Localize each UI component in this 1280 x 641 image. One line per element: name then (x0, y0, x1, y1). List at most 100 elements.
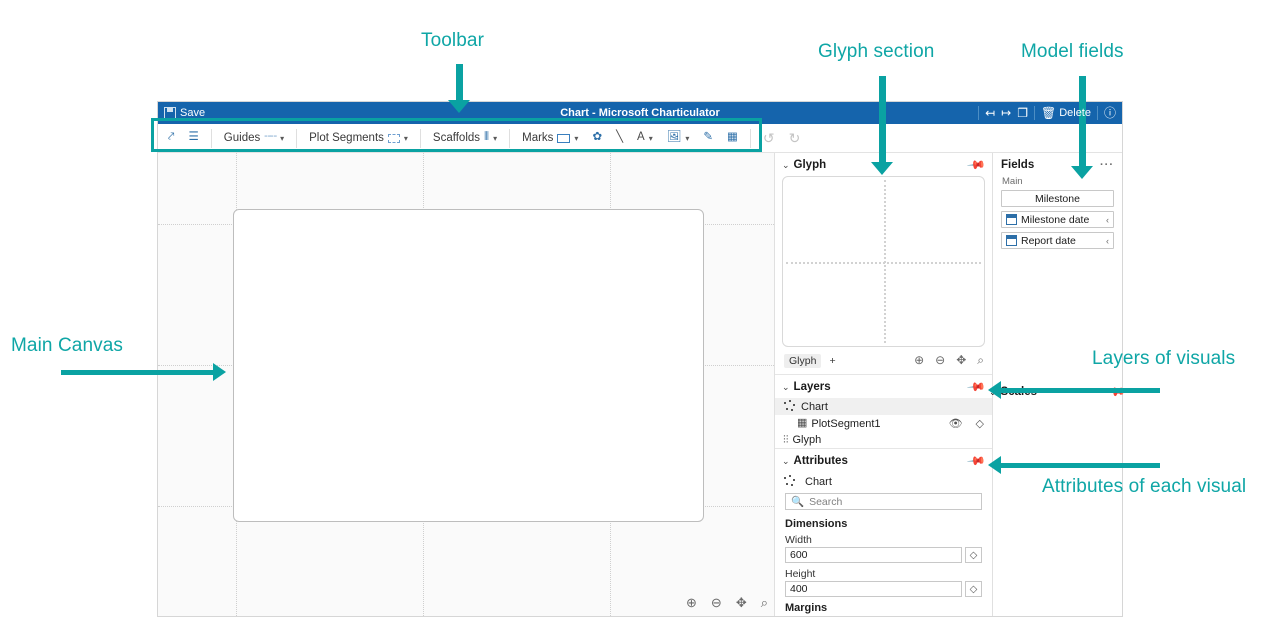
main-canvas[interactable]: ⊕ ⊖ ✥ ⌕ (158, 153, 774, 616)
app-body: ⊕ ⊖ ✥ ⌕ ⌄ Glyph 📌 Glyph + ⊕ ⊖ ✥ ⌕ ⌄ Laye… (158, 153, 1122, 616)
layer-item-chart[interactable]: Chart (775, 398, 992, 415)
search-placeholder: Search (809, 495, 843, 508)
layer-label: Glyph (792, 434, 822, 446)
eye-icon[interactable]: 👁 (949, 417, 963, 430)
zoom-out-button[interactable]: ⊖ (711, 595, 722, 611)
glyph-guide-horizontal (786, 261, 981, 264)
fit-to-view-button[interactable]: ✥ (736, 595, 747, 611)
layers-panel-title: Layers (793, 381, 831, 393)
scatter-icon (783, 475, 797, 488)
field-item-milestone-date[interactable]: Milestone date ‹ (1001, 211, 1114, 228)
chevron-down-icon: ⌄ (782, 381, 790, 392)
attributes-subject-label: Chart (805, 475, 832, 488)
height-reset-eraser-icon[interactable]: ◇ (965, 581, 982, 597)
annotation-arrow-glyph-section (871, 162, 893, 175)
calendar-icon (1006, 214, 1017, 225)
attributes-group-margins: Margins (785, 602, 828, 614)
attributes-panel-title: Attributes (793, 455, 848, 467)
glyph-zoom-controls: ⊕ ⊖ ✥ ⌕ (914, 353, 984, 368)
annotation-label-main-canvas: Main Canvas (11, 335, 123, 356)
glyph-zoom-in-button[interactable]: ⊕ (914, 353, 924, 368)
annotation-label-attributes: Attributes of each visual (1042, 476, 1247, 497)
copy-icon[interactable]: ❐ (1017, 107, 1028, 119)
glyph-fit-button[interactable]: ✥ (956, 353, 966, 368)
pin-icon[interactable]: 📌 (966, 451, 986, 471)
divider (1033, 106, 1035, 120)
chevron-down-icon: ⌄ (782, 455, 790, 466)
arrow-to-right-icon[interactable]: ↦ (1001, 107, 1011, 119)
width-input[interactable]: 600 (785, 547, 962, 563)
divider (978, 106, 980, 120)
annotation-label-layers: Layers of visuals (1092, 348, 1236, 369)
layer-item-plotsegment1[interactable]: ▦ PlotSegment1 👁 ◇ (775, 415, 992, 432)
redo-button[interactable]: ↻ (783, 127, 807, 150)
canvas-zoom-controls: ⊕ ⊖ ✥ ⌕ (686, 595, 768, 611)
arrow-to-left-icon[interactable]: ↤ (985, 107, 995, 119)
annotation-arrow-layers (988, 381, 1001, 399)
redo-arrow-icon: ↻ (788, 129, 801, 146)
zoom-in-button[interactable]: ⊕ (686, 595, 697, 611)
layers-panel-header[interactable]: ⌄ Layers 📌 (775, 375, 992, 398)
annotation-line-layers (1000, 388, 1160, 393)
eraser-icon[interactable]: ◇ (976, 417, 984, 430)
annotation-arrow-main-canvas (213, 363, 226, 381)
fields-panel-header: Fields ··· (993, 157, 1122, 173)
annotation-label-model-fields: Model fields (1021, 41, 1124, 62)
annotation-line-attributes (1000, 463, 1160, 468)
middle-panel: ⌄ Glyph 📌 Glyph + ⊕ ⊖ ✥ ⌕ ⌄ Layers 📌 Cha… (774, 153, 992, 616)
attributes-search-input[interactable]: 🔍 Search (785, 493, 982, 510)
chevron-left-icon[interactable]: ‹ (1106, 236, 1109, 246)
annotation-line-glyph-section (879, 76, 886, 164)
fields-panel-title: Fields (1001, 159, 1035, 171)
grid-icon: ▦ (797, 417, 808, 429)
search-icon: 🔍 (791, 496, 805, 508)
pin-icon[interactable]: 📌 (966, 377, 986, 397)
height-label: Height (785, 568, 816, 580)
height-row: 400 ◇ (775, 581, 992, 600)
annotation-label-toolbar: Toolbar (421, 30, 485, 51)
chart-canvas-rect[interactable] (233, 209, 704, 522)
glyph-tab[interactable]: Glyph (784, 353, 822, 368)
glyph-icon: ⫶⫶ (783, 433, 789, 446)
annotation-line-model-fields (1079, 76, 1086, 168)
height-input[interactable]: 400 (785, 581, 962, 597)
layer-item-glyph[interactable]: ⫶⫶ Glyph (775, 432, 992, 448)
layer-label: Chart (801, 400, 828, 413)
field-item-report-date[interactable]: Report date ‹ (1001, 232, 1114, 249)
attributes-group-dimensions: Dimensions (785, 518, 848, 530)
help-circle-icon[interactable]: ⓘ (1104, 107, 1116, 119)
attributes-panel: ⌄ Attributes 📌 Chart 🔍 Search Dimensions… (775, 448, 992, 616)
width-row: 600 ◇ (775, 547, 992, 566)
pin-icon[interactable]: 📌 (966, 155, 986, 175)
divider (1096, 106, 1098, 120)
field-label: Report date (1021, 234, 1076, 247)
attributes-panel-header[interactable]: ⌄ Attributes 📌 (775, 449, 992, 472)
width-label: Width (785, 534, 812, 546)
width-reset-eraser-icon[interactable]: ◇ (965, 547, 982, 563)
trash-icon: 🗑 (1040, 106, 1057, 120)
more-options-icon[interactable]: ··· (1100, 159, 1114, 171)
add-glyph-button[interactable]: + (829, 355, 835, 367)
glyph-panel-footer: Glyph + ⊕ ⊖ ✥ ⌕ (775, 347, 992, 374)
delete-button[interactable]: 🗑 Delete (1041, 107, 1091, 119)
layer-label: PlotSegment1 (811, 417, 881, 430)
undo-arrow-icon: ↺ (762, 129, 775, 146)
annotation-arrow-toolbar (448, 100, 470, 113)
delete-label: Delete (1059, 107, 1091, 119)
zoom-to-selection-button[interactable]: ⌕ (761, 595, 768, 611)
glyph-panel-title: Glyph (793, 159, 827, 171)
field-label: Milestone (1035, 192, 1080, 205)
annotation-line-main-canvas (61, 370, 216, 375)
field-item-milestone[interactable]: Milestone (1001, 190, 1114, 207)
layers-panel: ⌄ Layers 📌 Chart ▦ PlotSegment1 👁 ◇ ⫶⫶ G… (775, 374, 992, 448)
annotation-box-toolbar (151, 118, 762, 152)
annotation-arrow-model-fields (1071, 166, 1093, 179)
field-label: Milestone date (1021, 213, 1090, 226)
glyph-zoom-out-button[interactable]: ⊖ (935, 353, 945, 368)
chevron-left-icon[interactable]: ‹ (1106, 215, 1109, 225)
annotation-arrow-attributes (988, 456, 1001, 474)
glyph-editor-canvas[interactable] (782, 176, 985, 347)
attributes-subject: Chart (775, 472, 992, 491)
scatter-icon (783, 400, 797, 413)
glyph-zoom-selection-button[interactable]: ⌕ (977, 353, 984, 368)
